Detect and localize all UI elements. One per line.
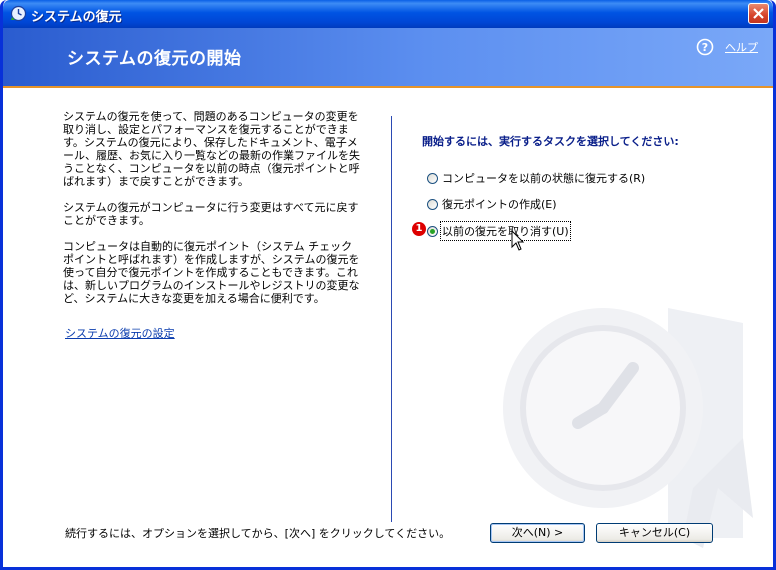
window-title: システムの復元 xyxy=(31,10,122,25)
mouse-cursor-icon xyxy=(511,230,525,251)
radio-create-restore-point[interactable] xyxy=(427,198,438,210)
svg-text:?: ? xyxy=(702,41,708,54)
task-prompt: 開始するには、実行するタスクを選択してください: xyxy=(422,135,679,148)
page-title: システムの復元の開始 xyxy=(67,49,242,69)
next-button[interactable]: 次へ(N) > xyxy=(490,523,585,543)
system-restore-settings-link[interactable]: システムの復元の設定 xyxy=(65,325,175,341)
close-icon xyxy=(753,8,764,19)
description-paragraph-1: システムの復元を使って、問題のあるコンピュータの変更を取り消し、設定とパフォーマ… xyxy=(63,110,360,188)
step-number-badge: 1 xyxy=(412,222,426,236)
radio-restore-earlier[interactable] xyxy=(427,172,438,184)
description-text: システムの復元を使って、問題のあるコンピュータの変更を取り消し、設定とパフォーマ… xyxy=(63,110,363,318)
system-restore-icon xyxy=(10,5,27,22)
help-link[interactable]: ヘルプ xyxy=(725,39,758,55)
vertical-divider xyxy=(391,116,392,522)
option-undo-last-restore-label: 以前の復元を取り消す(U) xyxy=(440,221,571,241)
help-icon[interactable]: ? xyxy=(696,38,714,56)
option-create-restore-point[interactable]: 復元ポイントの作成(E) xyxy=(427,196,557,212)
radio-undo-last-restore[interactable] xyxy=(427,225,438,237)
system-restore-window: システムの復元 システムの復元の開始 ? ヘルプ システムの復元を使って、問題の… xyxy=(0,0,776,570)
description-paragraph-2: システムの復元がコンピュータに行う変更はすべて元に戻すことができます。 xyxy=(63,201,359,227)
option-create-restore-point-label: 復元ポイントの作成(E) xyxy=(442,198,557,211)
description-paragraph-3: コンピュータは自動的に復元ポイント（システム チェックポイントと呼ばれます）を作… xyxy=(63,240,360,305)
option-undo-last-restore[interactable]: 以前の復元を取り消す(U) xyxy=(427,221,571,241)
wizard-content: システムの復元を使って、問題のあるコンピュータの変更を取り消し、設定とパフォーマ… xyxy=(3,88,773,567)
option-restore-earlier-label: コンピュータを以前の状態に復元する(R) xyxy=(442,172,646,185)
close-button[interactable] xyxy=(748,3,769,24)
cancel-button[interactable]: キャンセル(C) xyxy=(596,523,713,543)
title-bar[interactable]: システムの復元 xyxy=(3,0,773,28)
wizard-header: システムの復元の開始 ? ヘルプ xyxy=(3,28,773,88)
footer-instruction: 続行するには、オプションを選択してから、[次へ] をクリックしてください。 xyxy=(65,527,451,540)
option-restore-earlier[interactable]: コンピュータを以前の状態に復元する(R) xyxy=(427,170,645,186)
